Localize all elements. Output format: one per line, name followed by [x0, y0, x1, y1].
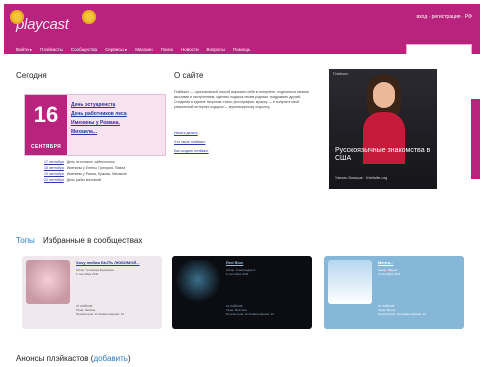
ad-footer-link[interactable]: Узнать больше · theirsite.org	[335, 175, 387, 180]
add-announce-link[interactable]: добавить	[93, 354, 128, 363]
holiday-link[interactable]: Именины у Романа,	[71, 119, 127, 128]
side-tab[interactable]	[471, 99, 480, 179]
about-links: Начать делать Что такое плэйкаст Как соз…	[174, 129, 209, 156]
holiday-link[interactable]: День эстуаренста	[71, 101, 127, 110]
card-meta: Автор: Гульмира Боранова 1 сентября 2011	[76, 268, 114, 276]
top-links[interactable]: вход · регистрация · РФ	[416, 14, 472, 20]
card-meta: Автор: Мария 4 сентября 2011	[378, 268, 401, 276]
about-link[interactable]: Как создать плэйкаст	[174, 147, 209, 156]
today-box: 16 СЕНТЯБРЯ День эстуаренста День работн…	[24, 94, 166, 156]
list-item: 20 сентября День рыбы мечтаний	[44, 178, 102, 182]
card-title[interactable]: Red Blue	[226, 260, 243, 265]
card-thumbnail[interactable]	[328, 260, 372, 304]
card-footer: 37 ЛАЙКОВ Тема: Любовь Просмотров: 11 Ко…	[76, 304, 125, 316]
nav-item-help[interactable]: Помощь	[233, 47, 250, 53]
holiday-list: День эстуаренста День работников леса Им…	[71, 101, 127, 137]
nav-item-search[interactable]: Поиск	[161, 47, 173, 53]
ad-banner[interactable]: Плэйкаст Русскоязычные знакомства в США …	[329, 69, 437, 189]
card-footer: 19 ЛАЙКОВ Тема: Мистика Просмотров: 11 К…	[226, 304, 275, 316]
nav-item-login[interactable]: Войти ▸	[16, 47, 32, 53]
card-footer: 37 ЛАЙКОВ Тема: Весна Просмотров: 11 Ком…	[378, 304, 427, 316]
tab-favorites[interactable]: Избранные в сообществах	[43, 236, 142, 245]
nav-item-news[interactable]: Новости	[181, 47, 198, 53]
about-link[interactable]: Что такое плэйкаст	[174, 138, 209, 147]
playcast-card[interactable]: Мечта... Автор: Мария 4 сентября 2011 37…	[324, 256, 464, 329]
card-title[interactable]: Мечта...	[378, 260, 393, 265]
date-month: СЕНТЯБРЯ	[31, 144, 61, 150]
main-nav: Войти ▸ Плэйкасты Сообщества Сервисы ▸ М…	[16, 47, 250, 53]
date-link[interactable]: 18 сентября	[44, 166, 64, 170]
tab-tops[interactable]: Топы	[16, 236, 35, 245]
ad-title: Русскоязычные знакомства в США	[335, 147, 431, 162]
date-link[interactable]: 19 сентября	[44, 172, 64, 176]
date-badge: 16 СЕНТЯБРЯ	[25, 95, 67, 155]
logo-flower-icon	[82, 10, 96, 24]
header-bar: playcast вход · регистрация · РФ Войти ▸…	[4, 4, 480, 55]
announce-heading: Анонсы плэйкастов (добавить)	[16, 354, 131, 363]
nav-item-communities[interactable]: Сообщества	[71, 47, 97, 53]
nav-item-playcasts[interactable]: Плэйкасты	[40, 47, 63, 53]
today-heading: Сегодня	[16, 71, 47, 80]
card-thumbnail[interactable]	[176, 260, 220, 304]
holiday-link[interactable]: Михаила...	[71, 128, 127, 137]
holiday-link[interactable]: День работников леса	[71, 110, 127, 119]
page: playcast вход · регистрация · РФ Войти ▸…	[4, 4, 480, 367]
playcast-card[interactable]: Хочу любви БЫТЬ ЛЮБИМОЙ... Автор: Гульми…	[22, 256, 162, 329]
about-link[interactable]: Начать делать	[174, 129, 209, 138]
about-text: Плэйкаст — оригинальный способ выразить …	[174, 90, 309, 109]
ad-tag: Плэйкаст	[333, 72, 349, 76]
nav-item-services[interactable]: Сервисы ▸	[105, 47, 127, 53]
card-title[interactable]: Хочу любви БЫТЬ ЛЮБИМОЙ...	[76, 260, 140, 265]
nav-item-questions[interactable]: Вопросы	[206, 47, 224, 53]
logo-star-icon	[10, 10, 24, 24]
tops-heading: Топы Избранные в сообществах	[16, 236, 142, 245]
card-meta: Автор: Александра А 6 сентября 2011	[226, 268, 256, 276]
date-link[interactable]: 20 сентября	[44, 178, 64, 182]
upcoming-dates: 17 сентября День эстонского чайноголеса 1…	[44, 159, 127, 183]
about-heading: О сайте	[174, 71, 204, 80]
card-thumbnail[interactable]	[26, 260, 70, 304]
playcast-card[interactable]: Red Blue Автор: Александра А 6 сентября …	[172, 256, 312, 329]
site-logo[interactable]: playcast	[10, 10, 96, 33]
date-day: 16	[33, 102, 59, 127]
nav-item-shop[interactable]: Магазин	[135, 47, 152, 53]
date-link[interactable]: 17 сентября	[44, 160, 64, 164]
